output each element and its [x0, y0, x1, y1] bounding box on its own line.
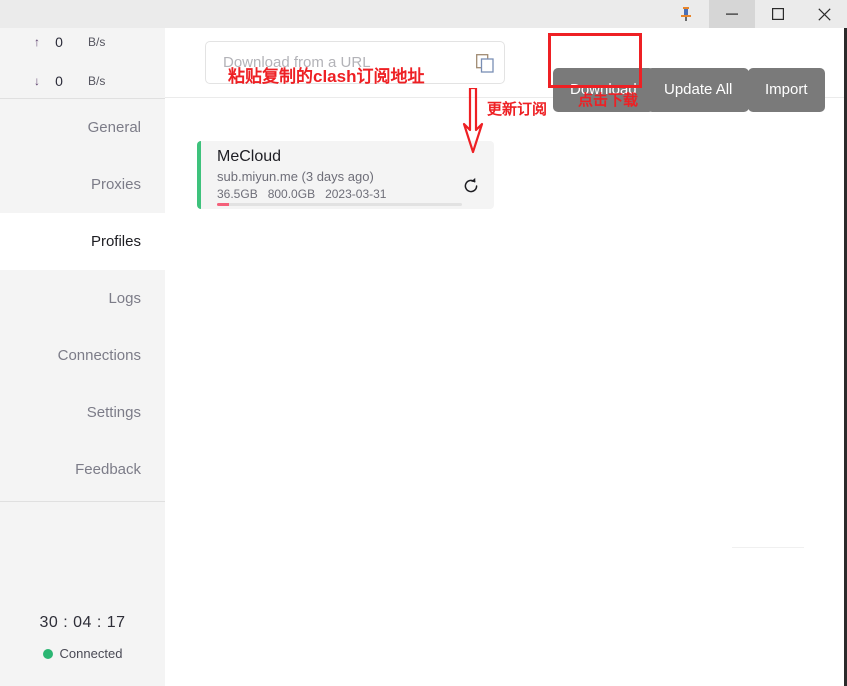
profile-active-accent	[197, 141, 201, 209]
maximize-button[interactable]	[755, 0, 801, 28]
maximize-icon	[772, 8, 784, 20]
refresh-icon[interactable]	[462, 177, 480, 195]
profile-usage-fill	[217, 203, 230, 206]
sidebar-item-label: Logs	[108, 290, 141, 307]
url-input[interactable]	[206, 42, 493, 83]
sidebar-status-panel: 30 : 04 : 17 Connected	[0, 596, 165, 686]
profile-stats: 36.5GB 800.0GB 2023-03-31	[217, 187, 386, 201]
profile-total: 800.0GB	[267, 187, 316, 201]
clash-app-window: ↑ 0 B/s ↓ 0 B/s General Proxies Profiles	[0, 0, 847, 686]
download-speed-value: 0	[55, 73, 63, 89]
upload-speed-unit: B/s	[88, 35, 106, 49]
connection-status: Connected	[0, 646, 165, 661]
url-field-wrapper[interactable]	[205, 41, 505, 84]
sidebar-item-settings[interactable]: Settings	[0, 384, 165, 441]
download-arrow-icon: ↓	[34, 74, 40, 88]
profile-card[interactable]: MeCloud sub.miyun.me (3 days ago) 36.5GB…	[197, 141, 494, 209]
profile-source: sub.miyun.me (3 days ago)	[217, 169, 374, 184]
profile-usage-progress	[217, 203, 462, 206]
profiles-toolbar: Download Update All Import	[165, 28, 847, 112]
sidebar-item-label: Connections	[57, 347, 141, 364]
profile-used: 36.5GB	[217, 187, 258, 201]
sidebar-item-connections[interactable]: Connections	[0, 327, 165, 384]
window-titlebar	[0, 0, 847, 28]
sidebar-item-label: Profiles	[90, 233, 141, 250]
sidebar-nav: General Proxies Profiles Logs Connection…	[0, 99, 165, 498]
sidebar-item-general[interactable]: General	[0, 99, 165, 156]
sidebar-item-feedback[interactable]: Feedback	[0, 441, 165, 498]
close-button[interactable]	[801, 0, 847, 28]
sidebar-item-logs[interactable]: Logs	[0, 270, 165, 327]
sidebar-divider-bottom	[0, 501, 165, 502]
download-speed-row: ↓ 0 B/s	[0, 71, 165, 91]
minimize-icon	[726, 13, 738, 15]
sidebar-item-label: Proxies	[90, 176, 141, 193]
upload-speed-row: ↑ 0 B/s	[0, 32, 165, 52]
close-icon	[817, 7, 831, 21]
download-speed-unit: B/s	[88, 74, 106, 88]
traffic-speed-panel: ↑ 0 B/s ↓ 0 B/s	[0, 28, 165, 98]
profile-expire: 2023-03-31	[325, 187, 387, 201]
sidebar-item-proxies[interactable]: Proxies	[0, 156, 165, 213]
sidebar-item-label: Feedback	[75, 461, 141, 478]
sidebar: ↑ 0 B/s ↓ 0 B/s General Proxies Profiles	[0, 28, 165, 686]
connection-status-label: Connected	[59, 646, 123, 661]
upload-speed-value: 0	[55, 34, 63, 50]
main-content: Download Update All Import MeCloud sub.m…	[165, 28, 847, 686]
sidebar-item-label: General	[87, 119, 141, 136]
uptime-timer: 30 : 04 : 17	[39, 614, 126, 631]
minimize-button[interactable]	[709, 0, 755, 28]
profiles-list: MeCloud sub.miyun.me (3 days ago) 36.5GB…	[165, 99, 847, 686]
sidebar-item-profiles[interactable]: Profiles	[0, 199, 165, 284]
pin-icon	[681, 7, 691, 21]
faint-separator	[732, 547, 804, 548]
status-dot-icon	[42, 648, 53, 659]
sidebar-item-label: Settings	[86, 404, 141, 421]
upload-arrow-icon: ↑	[34, 35, 40, 49]
copy-icon[interactable]	[476, 54, 494, 73]
pin-button[interactable]	[663, 0, 709, 28]
profile-name: MeCloud	[217, 148, 282, 165]
